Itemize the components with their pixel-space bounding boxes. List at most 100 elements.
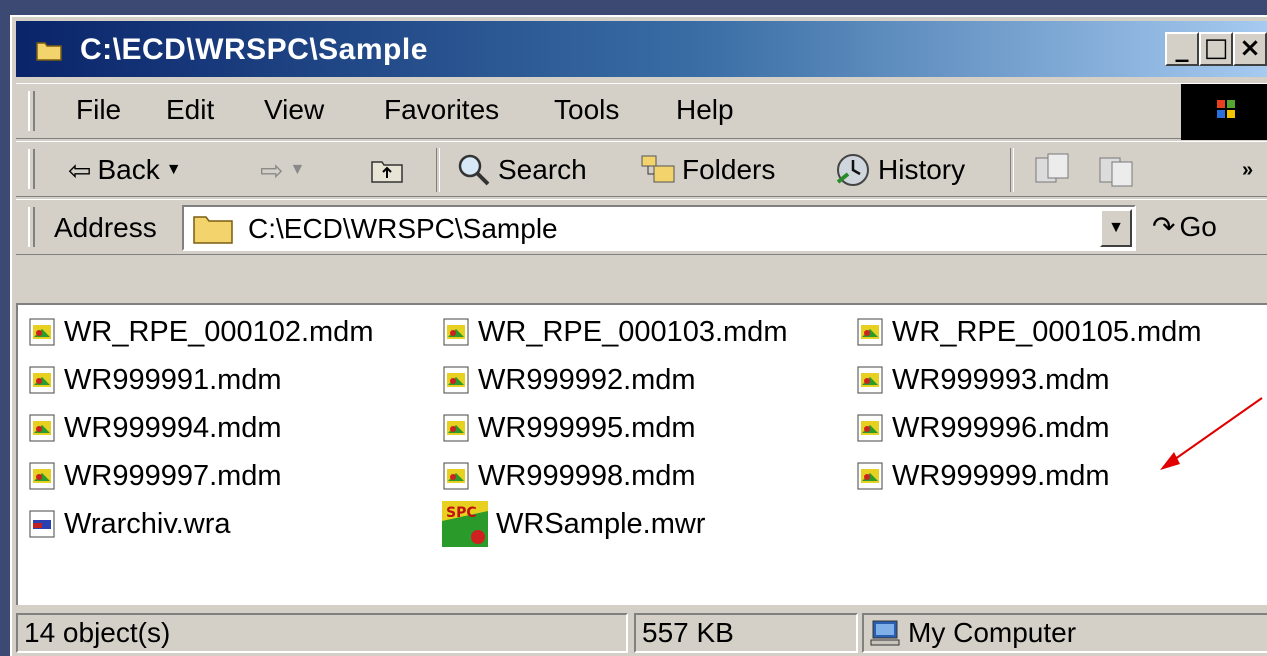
file-name: WR999993.mdm — [892, 363, 1110, 396]
file-name: WR_RPE_000102.mdm — [64, 315, 374, 348]
status-zone: My Computer — [862, 613, 1267, 653]
file-name: WR999994.mdm — [64, 411, 282, 444]
status-zone-label: My Computer — [908, 617, 1077, 648]
menu-view[interactable]: View — [264, 94, 324, 126]
up-folder-button[interactable] — [370, 150, 404, 190]
file-name: WR999996.mdm — [892, 411, 1110, 444]
mdm-file-icon — [443, 462, 469, 490]
mdm-file-icon — [29, 366, 55, 394]
mdm-file-icon — [857, 366, 883, 394]
close-button[interactable]: × — [1233, 32, 1267, 66]
spc-file-icon: SPC — [442, 501, 488, 547]
mdm-file-icon — [857, 462, 883, 490]
folders-label: Folders — [682, 154, 776, 185]
svg-text:SPC: SPC — [446, 505, 477, 521]
address-value: C:\ECD\WRSPC\Sample — [248, 213, 558, 244]
forward-arrow-icon: ⇨ — [260, 154, 284, 186]
minimize-button[interactable]: _ — [1165, 32, 1199, 66]
file-name: WR_RPE_000103.mdm — [478, 315, 788, 348]
history-label: History — [878, 154, 966, 185]
chevron-down-icon: ▼ — [1108, 219, 1124, 236]
toolbar-separator — [1010, 148, 1014, 192]
file-item[interactable]: WR999993.mdm — [856, 359, 1110, 401]
status-bar: 14 object(s) 557 KB My Computer — [16, 609, 1267, 655]
menu-bar: File Edit View Favorites Tools Help — [16, 83, 1267, 140]
address-input[interactable]: C:\ECD\WRSPC\Sample ▼ — [182, 205, 1136, 251]
go-arrow-icon: ↷ — [1152, 211, 1176, 242]
menu-edit[interactable]: Edit — [166, 94, 214, 126]
menu-favorites[interactable]: Favorites — [384, 94, 499, 126]
wra-file-icon — [29, 510, 55, 538]
status-object-count: 14 object(s) — [16, 613, 628, 653]
file-item[interactable]: WR_RPE_000105.mdm — [856, 311, 1201, 353]
copy-to-icon — [1099, 157, 1133, 187]
mdm-file-icon — [29, 414, 55, 442]
mdm-file-icon — [443, 318, 469, 346]
up-folder-icon — [371, 161, 403, 183]
windows-logo-icon — [1181, 84, 1267, 140]
file-item[interactable]: WR999999.mdm — [856, 455, 1110, 497]
file-item[interactable]: WR999994.mdm — [28, 407, 282, 449]
copy-to-button[interactable] — [1096, 150, 1136, 190]
folder-icon — [193, 216, 233, 244]
file-name: WR999992.mdm — [478, 363, 696, 396]
mdm-file-icon — [29, 318, 55, 346]
back-dropdown-icon[interactable]: ▼ — [166, 161, 182, 179]
explorer-window: C:\ECD\WRSPC\Sample _ □ × File Edit View… — [10, 15, 1267, 656]
address-grip[interactable] — [28, 207, 35, 247]
mdm-file-icon — [443, 414, 469, 442]
menu-tools[interactable]: Tools — [554, 94, 619, 126]
folders-button[interactable]: Folders — [640, 150, 775, 190]
file-item[interactable]: WR999996.mdm — [856, 407, 1110, 449]
file-name: WR999995.mdm — [478, 411, 696, 444]
file-name: WR999991.mdm — [64, 363, 282, 396]
mdm-file-icon — [443, 366, 469, 394]
my-computer-icon — [870, 620, 900, 646]
address-label: Address — [54, 212, 157, 243]
file-item[interactable]: WR999995.mdm — [442, 407, 696, 449]
search-label: Search — [498, 154, 587, 185]
file-item[interactable]: WR999992.mdm — [442, 359, 696, 401]
mdm-file-icon — [29, 462, 55, 490]
file-item[interactable]: WR_RPE_000103.mdm — [442, 311, 787, 353]
folders-icon — [641, 155, 675, 183]
file-item[interactable]: Wrarchiv.wra — [28, 503, 231, 545]
file-name: WR_RPE_000105.mdm — [892, 315, 1202, 348]
title-bar[interactable]: C:\ECD\WRSPC\Sample _ □ × — [16, 21, 1267, 77]
mdm-file-icon — [857, 414, 883, 442]
maximize-button[interactable]: □ — [1199, 32, 1233, 66]
file-name: WR999998.mdm — [478, 459, 696, 492]
move-to-button[interactable] — [1032, 150, 1072, 190]
go-button[interactable]: ↷ Go — [1152, 210, 1217, 243]
file-item[interactable]: WR999997.mdm — [28, 455, 282, 497]
file-item[interactable]: WR999991.mdm — [28, 359, 282, 401]
history-button[interactable]: History — [834, 150, 965, 190]
file-name: WRSample.mwr — [496, 507, 706, 540]
file-item[interactable]: SPC WRSample.mwr — [442, 501, 706, 547]
file-item[interactable]: WR_RPE_000102.mdm — [28, 311, 373, 353]
folder-icon — [36, 42, 62, 61]
menu-grip[interactable] — [28, 91, 35, 131]
history-icon — [836, 154, 869, 186]
file-list[interactable]: WR_RPE_000102.mdm WR_RPE_000103.mdm WR_R… — [16, 303, 1267, 605]
status-size: 557 KB — [634, 613, 858, 653]
back-button[interactable]: ⇦ Back ▼ — [68, 150, 182, 190]
menu-help[interactable]: Help — [676, 94, 734, 126]
toolbar-more-chevron[interactable]: » — [1242, 150, 1253, 190]
address-dropdown-button[interactable]: ▼ — [1100, 209, 1132, 247]
menu-file[interactable]: File — [76, 94, 121, 126]
back-arrow-icon: ⇦ — [68, 154, 92, 186]
standard-toolbar: ⇦ Back ▼ ⇨ ▼ Search Folders History » — [16, 141, 1267, 197]
forward-button[interactable]: ⇨ ▼ — [260, 150, 305, 190]
file-item[interactable]: WR999998.mdm — [442, 455, 696, 497]
search-button[interactable]: Search — [456, 150, 587, 190]
file-name: WR999997.mdm — [64, 459, 282, 492]
toolbar-separator — [436, 148, 440, 192]
go-label: Go — [1179, 210, 1217, 242]
forward-dropdown-icon: ▼ — [289, 161, 306, 178]
address-bar: Address C:\ECD\WRSPC\Sample ▼ ↷ Go — [16, 199, 1267, 255]
file-name: WR999999.mdm — [892, 459, 1110, 492]
move-to-icon — [1035, 153, 1069, 183]
toolbar-grip[interactable] — [28, 149, 35, 189]
search-icon — [458, 154, 490, 186]
